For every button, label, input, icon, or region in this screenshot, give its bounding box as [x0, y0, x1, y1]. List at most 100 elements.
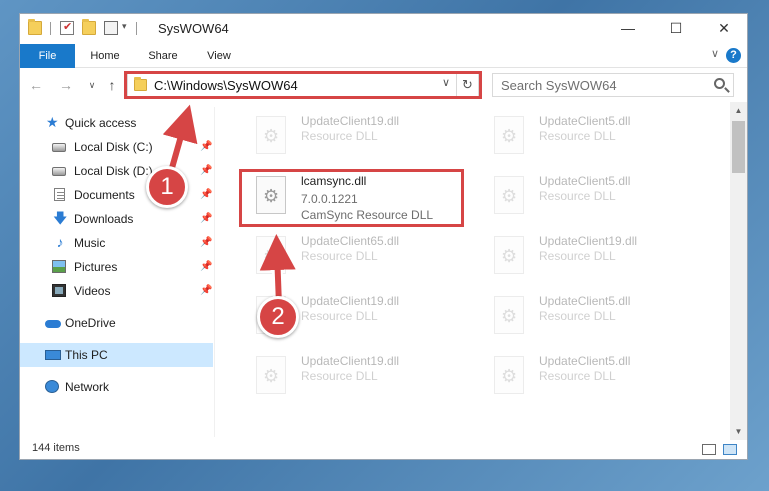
recent-locations-button[interactable]: ∨ [82, 75, 102, 95]
sidebar-item-this-pc[interactable]: This PC [20, 343, 213, 367]
file-item[interactable]: UpdateClient5.dll Resource DLL [487, 171, 717, 221]
file-item[interactable]: UpdateClient19.dll Resource DLL [249, 351, 479, 401]
back-button[interactable]: ← [26, 75, 46, 95]
file-name: UpdateClient19.dll [301, 294, 400, 308]
documents-icon [54, 188, 65, 201]
pane-divider [214, 107, 215, 437]
network-icon [45, 380, 59, 393]
address-highlight-box [124, 71, 482, 99]
sidebar-item-label: Network [65, 380, 110, 394]
file-item[interactable]: UpdateClient19.dll Resource DLL [487, 231, 717, 281]
file-list: UpdateClient19.dll Resource DLL UpdateCl… [234, 107, 730, 437]
pin-icon[interactable]: 📌 [200, 207, 212, 231]
pin-icon[interactable]: 📌 [200, 135, 212, 159]
dll-file-icon [494, 296, 524, 334]
search-placeholder: Search SysWOW64 [501, 78, 617, 93]
step-2-badge: 2 [257, 296, 299, 338]
step-1-badge: 1 [146, 166, 188, 208]
file-name: UpdateClient19.dll [539, 234, 638, 248]
sidebar-item-label: Downloads [74, 212, 134, 226]
up-button[interactable]: ↑ [102, 75, 122, 95]
tiles-view-icon[interactable] [723, 444, 737, 455]
file-type: Resource DLL [301, 129, 378, 143]
tab-view[interactable]: View [196, 44, 242, 68]
help-icon[interactable]: ? [726, 48, 741, 63]
item-count: 144 items [32, 442, 80, 454]
pin-icon[interactable]: 📌 [200, 183, 212, 207]
sidebar-item-quick-access[interactable]: ★ Quick access [20, 111, 214, 135]
minimize-button[interactable]: — [605, 14, 651, 44]
sidebar-item-label: Local Disk (D:) [74, 164, 153, 178]
file-type: Resource DLL [301, 309, 378, 323]
file-item[interactable]: UpdateClient5.dll Resource DLL [487, 291, 717, 341]
file-type: Resource DLL [539, 309, 616, 323]
sidebar-item-videos[interactable]: Videos 📌 [20, 279, 214, 303]
file-name: UpdateClient5.dll [539, 174, 631, 188]
toolbar-dropdown-icon[interactable]: ▾ [122, 21, 127, 32]
sidebar-item-pictures[interactable]: Pictures 📌 [20, 255, 214, 279]
sidebar-item-music[interactable]: ♪ Music 📌 [20, 231, 214, 255]
close-button[interactable]: ✕ [701, 14, 747, 44]
dll-file-icon [494, 176, 524, 214]
videos-icon [52, 284, 66, 297]
pin-icon[interactable]: 📌 [200, 255, 212, 279]
file-type: Resource DLL [301, 249, 378, 263]
search-icon [714, 78, 725, 89]
search-input[interactable]: Search SysWOW64 [492, 73, 734, 97]
pin-icon[interactable]: 📌 [200, 159, 212, 183]
file-type: Resource DLL [539, 189, 616, 203]
download-icon: 🡇 [53, 210, 68, 226]
file-name: UpdateClient19.dll [301, 354, 400, 368]
file-item[interactable]: UpdateClient65.dll Resource DLL [249, 231, 479, 281]
dll-file-icon [494, 236, 524, 274]
sidebar-item-label: Documents [74, 188, 135, 202]
maximize-button[interactable]: ☐ [653, 14, 699, 44]
tab-share[interactable]: Share [138, 44, 188, 68]
expand-ribbon-icon[interactable]: ∨ [711, 47, 719, 60]
properties-check-icon[interactable] [60, 20, 74, 35]
customize-toolbar-icon[interactable] [104, 21, 118, 35]
title-bar: ▾ SysWOW64 — ☐ ✕ [20, 14, 747, 44]
cloud-icon [45, 320, 61, 328]
disk-icon [52, 143, 66, 152]
sidebar-item-label: This PC [65, 348, 108, 362]
sidebar-item-onedrive[interactable]: OneDrive [20, 311, 214, 335]
file-type: Resource DLL [301, 369, 378, 383]
dll-file-icon [256, 116, 286, 154]
tab-file[interactable]: File [20, 44, 75, 68]
sidebar-item-label: Videos [74, 284, 111, 298]
sidebar-item-network[interactable]: Network [20, 375, 214, 399]
sidebar-item-downloads[interactable]: 🡇 Downloads 📌 [20, 207, 214, 231]
scroll-down-icon[interactable]: ▼ [730, 423, 747, 440]
pin-icon[interactable]: 📌 [200, 231, 212, 255]
scroll-thumb[interactable] [732, 121, 745, 173]
new-folder-icon[interactable] [82, 19, 96, 35]
status-bar: 144 items [20, 439, 747, 460]
pictures-icon [52, 260, 66, 273]
dll-file-icon [494, 356, 524, 394]
scroll-up-icon[interactable]: ▲ [730, 102, 747, 119]
separator [136, 22, 137, 35]
file-item[interactable]: UpdateClient5.dll Resource DLL [487, 111, 717, 161]
sidebar-item-local-disk-c[interactable]: Local Disk (C:) 📌 [20, 135, 214, 159]
vertical-scrollbar[interactable]: ▲ ▼ [730, 102, 747, 440]
file-item[interactable]: UpdateClient5.dll Resource DLL [487, 351, 717, 401]
star-icon: ★ [46, 114, 59, 130]
computer-icon [45, 350, 61, 360]
explorer-window: ▾ SysWOW64 — ☐ ✕ File Home Share View ∨ … [19, 13, 748, 460]
file-highlight-box [239, 169, 464, 227]
pin-icon[interactable]: 📌 [200, 279, 212, 303]
tab-home[interactable]: Home [80, 44, 130, 68]
ribbon-tabs: File Home Share View ∨ ? [20, 44, 747, 68]
file-name: UpdateClient65.dll [301, 234, 400, 248]
disk-icon [52, 167, 66, 176]
details-view-icon[interactable] [702, 444, 716, 455]
music-icon: ♪ [56, 234, 64, 250]
sidebar-item-label: Pictures [74, 260, 118, 274]
file-name: UpdateClient5.dll [539, 354, 631, 368]
file-name: UpdateClient5.dll [539, 114, 631, 128]
file-item[interactable]: UpdateClient19.dll Resource DLL [249, 111, 479, 161]
sidebar-item-label: Local Disk (C:) [74, 140, 153, 154]
forward-button[interactable]: → [56, 75, 76, 95]
file-type: Resource DLL [539, 129, 616, 143]
